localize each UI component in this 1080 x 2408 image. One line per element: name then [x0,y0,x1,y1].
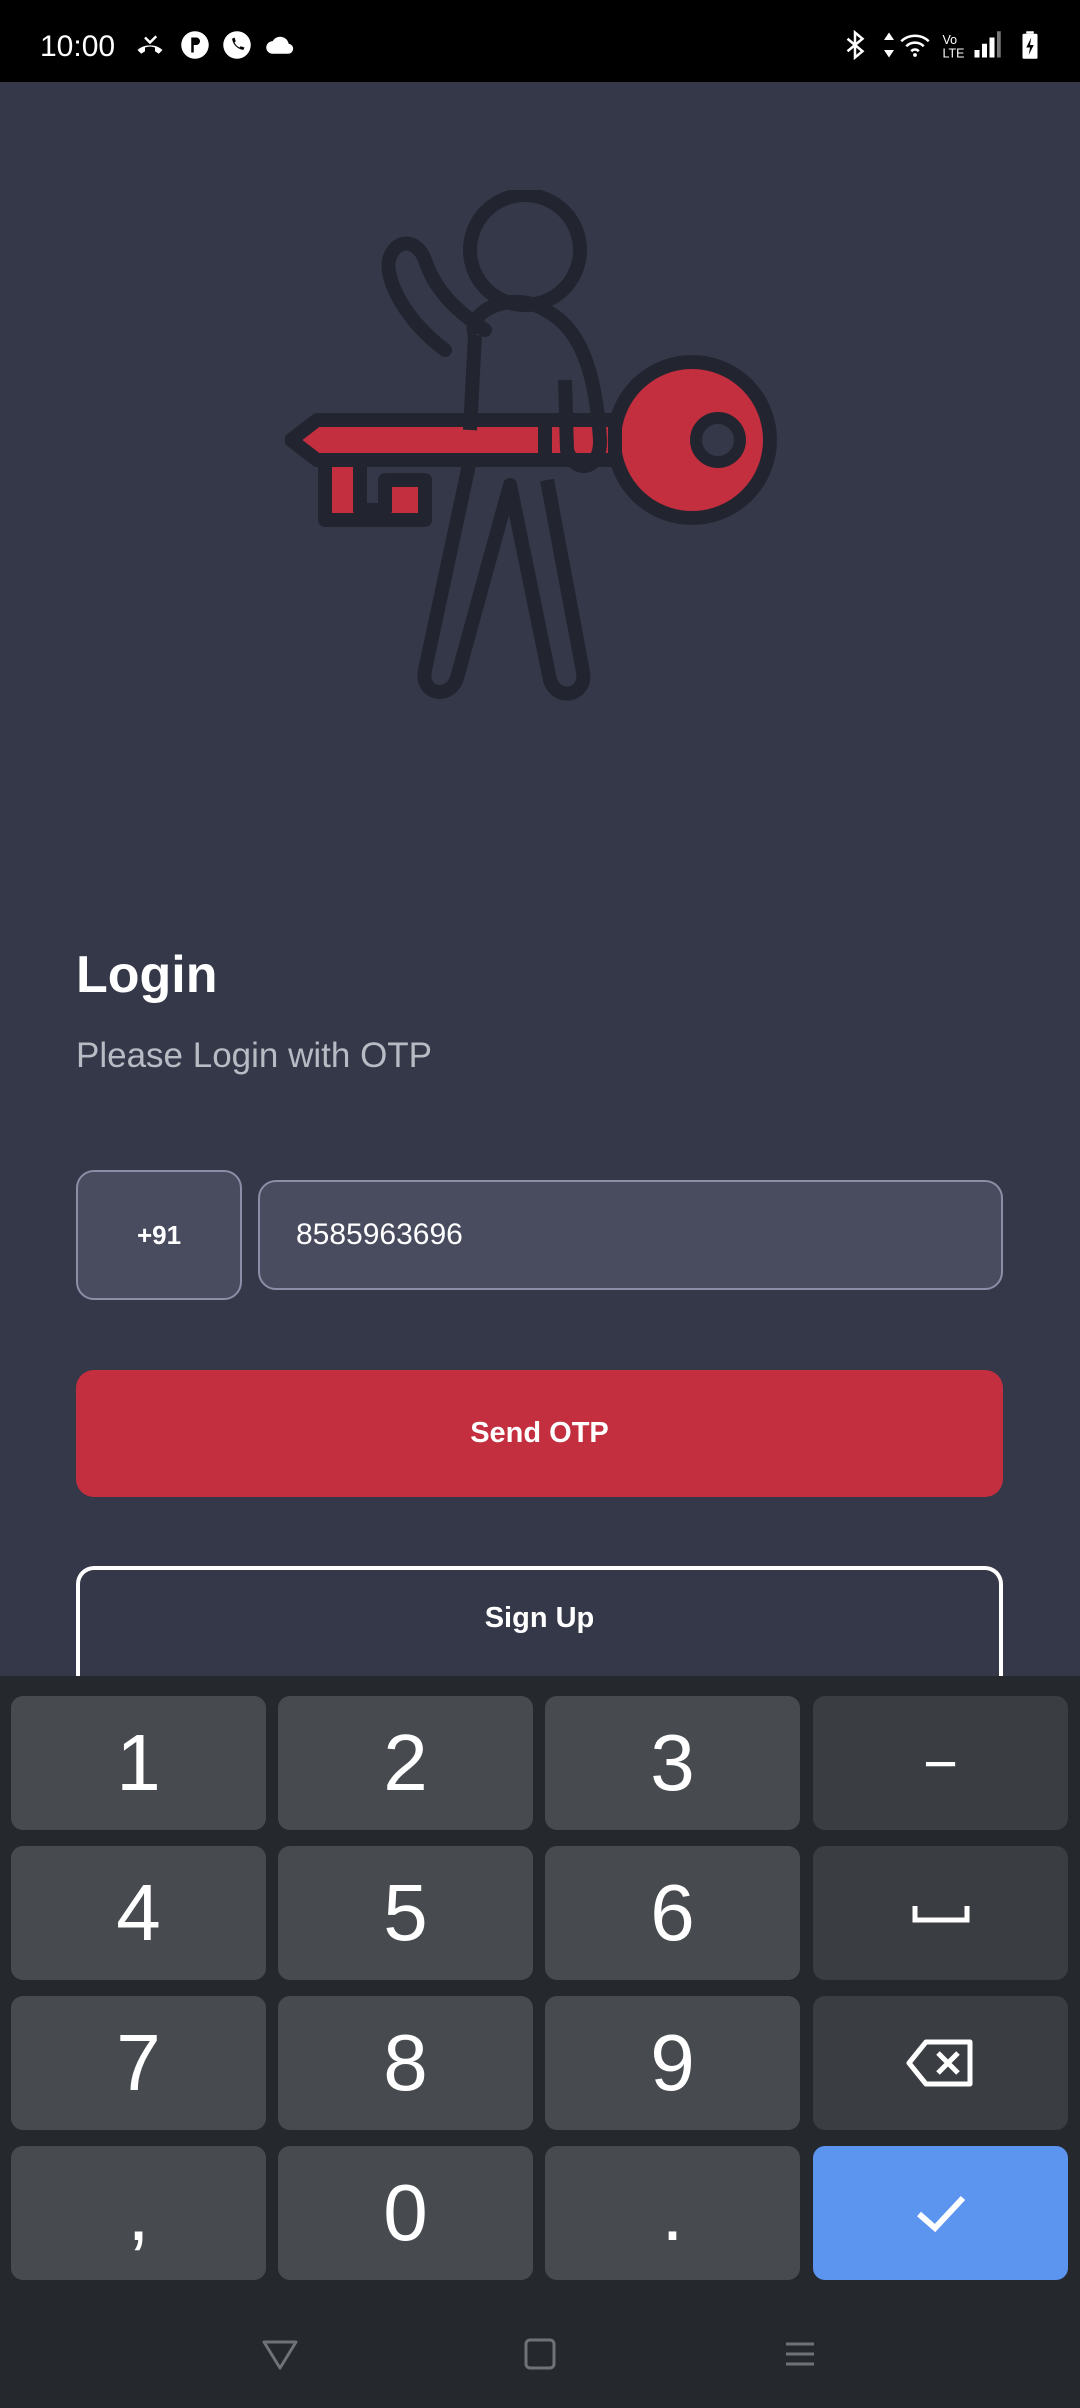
key-4[interactable]: 4 [11,1846,266,1980]
key-3[interactable]: 3 [545,1696,800,1830]
key-5[interactable]: 5 [278,1846,533,1980]
numeric-keyboard: 1 2 3 − 4 5 6 7 8 9 , 0 . [0,1676,1080,2298]
status-time: 10:00 [40,30,116,63]
key-period[interactable]: . [545,2146,800,2280]
page-title: Login [76,946,218,1004]
status-bar: 10:00 Vo LTE [0,0,1080,82]
key-space[interactable] [813,1846,1068,1980]
space-bar-icon [912,1906,969,1923]
key-comma[interactable]: , [11,2146,266,2280]
svg-text:Vo: Vo [943,33,958,47]
key-2[interactable]: 2 [278,1696,533,1830]
key-backspace[interactable] [813,1996,1068,2130]
key-minus[interactable]: − [813,1696,1068,1830]
key-1[interactable]: 1 [11,1696,266,1830]
key-0[interactable]: 0 [278,2146,533,2280]
volte-icon: VoLTE [943,33,965,61]
cloud-icon [266,36,294,54]
battery-charging-icon [1022,31,1038,59]
key-7[interactable]: 7 [11,1996,266,2130]
country-code-selector[interactable]: +91 [76,1170,242,1300]
home-icon[interactable] [520,2334,560,2374]
phone-number-input[interactable]: 8585963696 [258,1180,1003,1290]
signal-icon [974,31,1001,58]
recents-icon[interactable] [780,2334,820,2374]
bluetooth-icon [846,30,865,60]
key-8[interactable]: 8 [278,1996,533,2130]
person-holding-key-illustration [285,190,777,701]
backspace-icon [906,2039,972,2087]
wifi-icon [900,34,930,57]
back-icon[interactable] [260,2334,300,2374]
send-otp-button[interactable]: Send OTP [76,1370,1003,1497]
key-9[interactable]: 9 [545,1996,800,2130]
whatsapp-icon [223,31,251,59]
checkmark-icon [916,2195,965,2233]
key-6[interactable]: 6 [545,1846,800,1980]
missed-call-icon [137,35,163,54]
svg-text:LTE: LTE [943,47,965,61]
navigation-bar [0,2298,1080,2408]
app-notification-icon [181,31,209,59]
key-enter[interactable] [813,2146,1068,2280]
page-subtitle: Please Login with OTP [76,1036,433,1075]
